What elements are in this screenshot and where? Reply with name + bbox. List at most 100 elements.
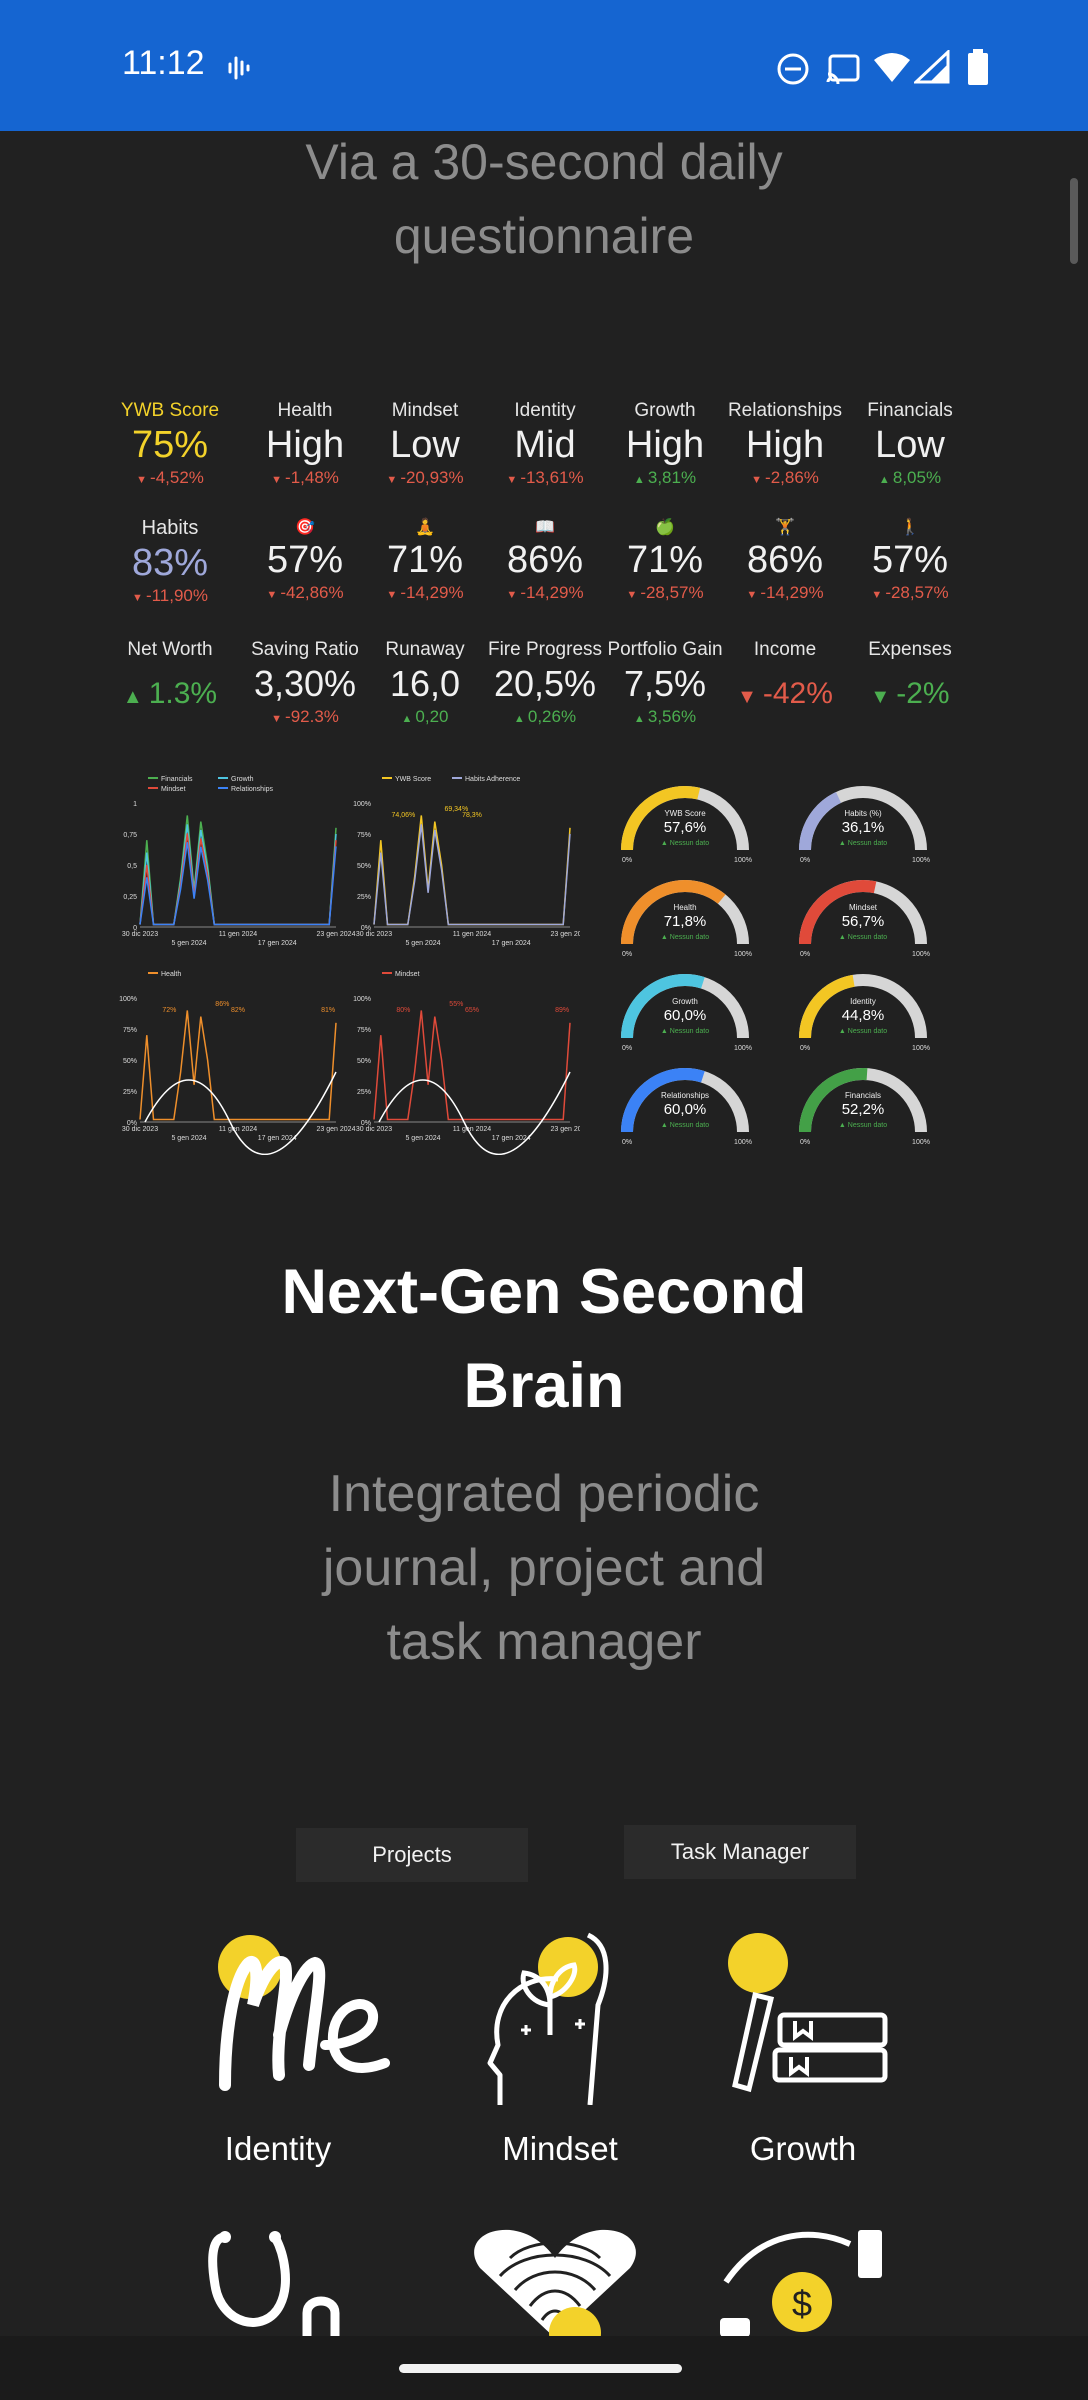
gauge-max: 100% — [734, 857, 752, 864]
tab-task-manager[interactable]: Task Manager — [624, 1825, 856, 1879]
arrow-down-icon: ▼ — [626, 589, 641, 601]
metric-label: 🏋 — [775, 519, 795, 536]
metric-change: ▼ -14,29% — [485, 583, 605, 603]
metric-value: 7,5% — [623, 663, 707, 704]
wifi-icon — [874, 53, 910, 82]
gauge-note: ▲ Nessun dato — [661, 934, 709, 941]
series-line — [373, 824, 571, 926]
y-tick-label: 1 — [133, 801, 137, 808]
gauge-title: Health — [673, 903, 696, 912]
gauge-fill — [799, 791, 842, 851]
metric-change-text: -92.3% — [285, 707, 339, 726]
arrow-up-icon: ▲ — [633, 474, 648, 486]
arrow-down-icon: ▼ — [506, 589, 521, 601]
arrow-down-icon: ▼ — [746, 589, 761, 601]
metric-label: Relationships — [727, 400, 843, 421]
gauge-min: 0% — [622, 1139, 632, 1146]
gauge-note: ▲ Nessun dato — [661, 840, 709, 847]
metric-label: Saving Ratio — [251, 639, 359, 660]
gauge-value: 60,0% — [664, 1101, 707, 1118]
metric-label: Income — [753, 639, 817, 660]
metric-value: 57% — [871, 539, 949, 581]
gauge-value: 56,7% — [842, 913, 885, 930]
head-plant-icon[interactable] — [480, 1925, 640, 2105]
hero-subtitle-line: Via a 30-second daily — [305, 134, 783, 190]
metric-change-text: -28,57% — [640, 583, 704, 602]
metric-change: ▲ 0,26% — [485, 707, 605, 727]
hero-subtitle: Via a 30-second daily questionnaire — [0, 125, 1088, 273]
hand-coin-icon[interactable]: $ — [720, 2222, 890, 2337]
arrow-down-icon: ▼ — [131, 592, 146, 604]
section-subtitle-line: journal, project and — [322, 1539, 766, 1597]
metric-label: 🚶 — [900, 519, 920, 536]
gauge-panel: YWB Score57,6% ▲ Nessun dato 0% 100% Habits … — [621, 785, 930, 1146]
y-tick-label: 100% — [353, 996, 371, 1003]
data-label: 81% — [321, 1007, 335, 1014]
gauge-title: Financials — [845, 1091, 881, 1100]
metric-cell: 📖 86% ▼ -14,29% — [485, 517, 605, 603]
x-tick-label: 5 gen 2024 — [405, 1135, 440, 1142]
data-label: 65% — [465, 1007, 479, 1014]
metric-change: ▼ -2,86% — [725, 468, 845, 488]
series-line — [373, 1010, 571, 1121]
arrow-down-icon: ▼ — [737, 686, 757, 708]
audio-waveform-icon — [228, 56, 250, 80]
metric-value: 20,5% — [493, 663, 597, 704]
legend-label: Mindset — [161, 786, 186, 793]
metric-change: ▼ -1,48% — [245, 468, 365, 488]
y-tick-label: 25% — [357, 894, 371, 901]
me-icon[interactable] — [205, 1925, 405, 2105]
home-gesture-handle[interactable] — [399, 2364, 682, 2373]
metric-cell: Identity Mid ▼ -13,61% — [485, 400, 605, 488]
metric-value: 83% — [131, 542, 209, 584]
gauge-min: 0% — [622, 951, 632, 958]
series-line — [139, 824, 337, 926]
x-tick-label: 23 gen 2024 — [317, 931, 356, 938]
gauge-min: 0% — [800, 951, 810, 958]
metric-cell: Portfolio Gain 7,5% ▲ 3,56% — [605, 639, 725, 727]
pillar-label-identity: Identity — [224, 2130, 332, 2167]
metric-change-text: -14,29% — [400, 583, 464, 602]
metric-change: ▼ -42,86% — [245, 583, 365, 603]
arrow-down-icon: ▼ — [136, 474, 151, 486]
x-tick-label: 5 gen 2024 — [171, 940, 206, 947]
svg-text:$: $ — [792, 2283, 812, 2324]
books-icon[interactable] — [725, 1925, 895, 2105]
tab-projects[interactable]: Projects — [296, 1828, 528, 1882]
metric-value: 16,0 — [389, 663, 461, 704]
gauge-note: ▲ Nessun dato — [661, 1028, 709, 1035]
y-tick-label: 0,75 — [123, 832, 137, 839]
gauge-note: ▲ Nessun dato — [839, 1028, 887, 1035]
arrow-down-icon: ▼ — [386, 474, 401, 486]
stethoscope-icon[interactable] — [205, 2225, 355, 2337]
x-tick-label: 5 gen 2024 — [171, 1135, 206, 1142]
metric-cell: Relationships High ▼ -2,86% — [725, 400, 845, 488]
gauge-note: ▲ Nessun dato — [839, 1122, 887, 1129]
metric-value: High — [745, 424, 825, 466]
metric-value: High — [625, 424, 705, 466]
gauge-min: 0% — [800, 857, 810, 864]
metric-change-text: 0,20 — [415, 707, 449, 726]
metric-change-text: 0,26% — [527, 707, 577, 726]
metric-label: Identity — [514, 400, 576, 421]
metric-change-text: -42,86% — [280, 583, 344, 602]
fingerprint-heart-icon[interactable] — [470, 2228, 640, 2338]
metric-cell: Health High ▼ -1,48% — [245, 400, 365, 488]
metric-cell: Income ▼ -42% — [725, 639, 845, 720]
metric-cell: Saving Ratio 3,30% ▼ -92.3% — [245, 639, 365, 727]
arrow-up-icon: ▲ — [122, 686, 143, 708]
metric-change-text: -20,93% — [400, 468, 464, 487]
data-label: 78,3% — [462, 812, 482, 819]
x-tick-label: 23 gen 2024 — [317, 1126, 356, 1133]
series-line — [139, 833, 337, 926]
metric-change-text: -28,57% — [885, 583, 949, 602]
metrics-row: YWB Score 75% ▼ -4,52% Health High ▼ -1,48% Mi… — [120, 400, 970, 510]
metric-change-text: -11,90% — [145, 586, 208, 605]
metric-change-text: -2,86% — [765, 468, 819, 487]
data-label: 89% — [555, 1007, 569, 1014]
metric-value: 57% — [266, 539, 344, 581]
gauge-value: 57,6% — [664, 819, 707, 836]
y-tick-label: 50% — [357, 863, 371, 870]
metric-change: ▲ 0,20 — [365, 707, 485, 727]
data-label: 55% — [449, 1001, 463, 1008]
